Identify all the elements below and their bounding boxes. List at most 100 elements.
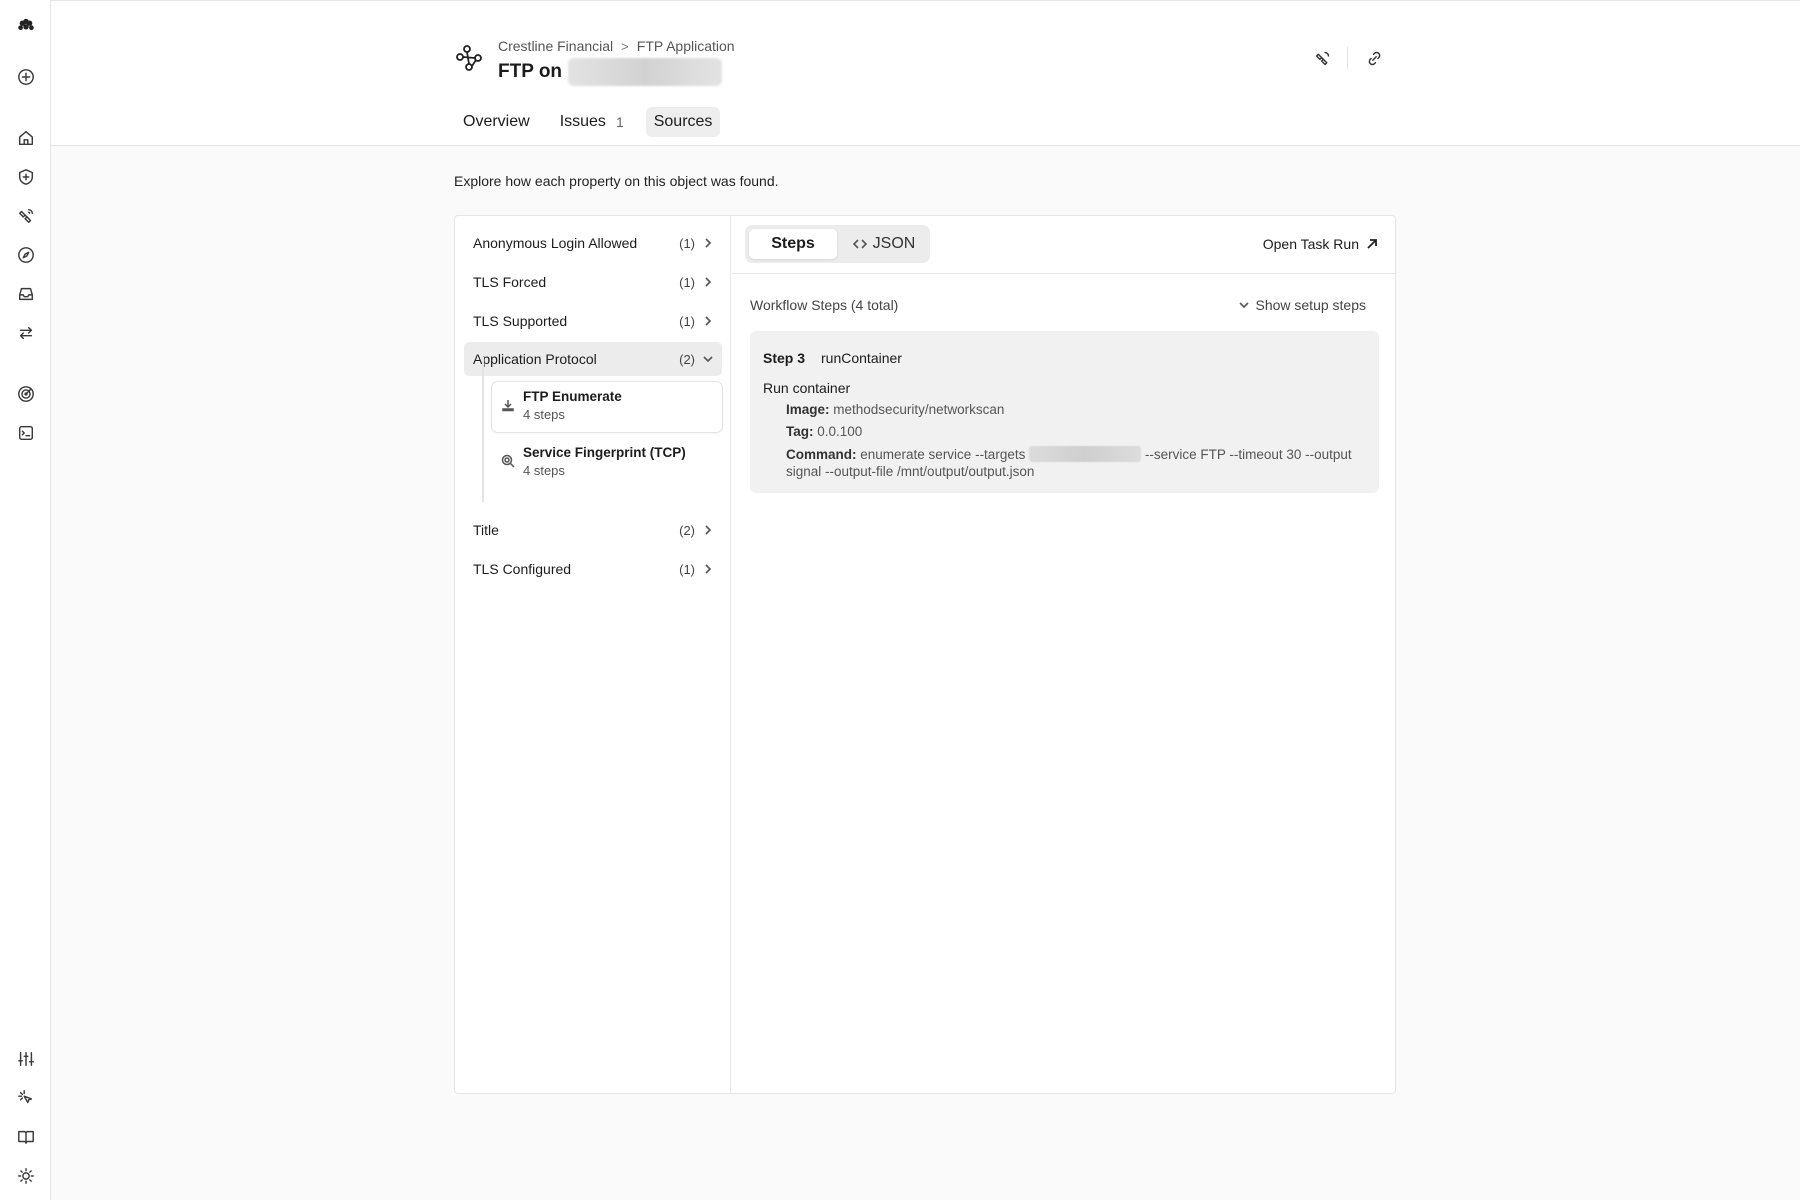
property-count: (1) [679,561,695,577]
property-count: (1) [679,274,695,290]
radar-icon[interactable] [13,381,39,407]
breadcrumb: Crestline Financial > FTP Application [498,38,735,54]
download-icon [501,398,515,412]
copy-link-button[interactable] [1361,45,1387,71]
tree-connector [482,357,484,502]
redacted-host [568,58,723,86]
sliders-icon[interactable] [13,1046,39,1072]
command-row: Command: enumerate service --targets --s… [786,446,1376,480]
property-item[interactable]: Anonymous Login Allowed (1) [464,226,722,260]
property-label: Anonymous Login Allowed [473,235,638,251]
tab-label: Sources [653,113,713,130]
issues-count: 1 [615,114,624,130]
chevron-right-icon [705,238,712,248]
source-name: FTP Enumerate [523,389,622,404]
left-rail [0,0,51,1200]
json-view-button[interactable]: JSON [841,229,927,259]
external-arrow-icon [1367,239,1377,249]
chevron-down-icon [1239,302,1250,309]
transfer-arrows-icon[interactable] [13,320,39,346]
chevron-right-icon [705,564,712,574]
steps-label: Steps [771,235,815,252]
property-item[interactable]: TLS Supported (1) [464,304,722,338]
logo-icon[interactable] [13,12,39,38]
tag-value: 0.0.100 [817,424,863,439]
application-graph-icon [454,43,484,73]
show-setup-label: Show setup steps [1255,297,1366,313]
tag-row: Tag: 0.0.100 [786,424,862,439]
header-divider [1347,47,1348,69]
property-item[interactable]: Title (2) [464,513,722,547]
tab-sources[interactable]: Sources [645,107,721,137]
property-label: TLS Supported [473,313,568,329]
link-icon [1368,51,1380,65]
property-count: (1) [679,235,695,251]
breadcrumb-org[interactable]: Crestline Financial [498,38,613,54]
tab-label: Issues [559,113,606,130]
property-label: Application Protocol [473,351,597,367]
step-name: runContainer [821,350,902,366]
image-row: Image: methodsecurity/networkscan [786,402,1004,417]
chevron-right-icon [705,316,712,326]
source-steps: 4 steps [523,407,565,422]
command-label: Command: [786,447,857,462]
inbox-icon[interactable] [13,281,39,307]
intro-text: Explore how each property on this object… [454,173,779,189]
command-pre: enumerate service --targets [860,447,1026,462]
source-item[interactable]: Service Fingerprint (TCP) 4 steps [492,438,722,488]
satellite-icon [1315,51,1329,65]
fingerprint-search-icon [501,454,515,468]
json-label: JSON [872,235,916,252]
property-label: TLS Forced [473,274,547,290]
tag-label: Tag: [786,424,814,439]
workflow-steps-title: Workflow Steps (4 total) [750,297,899,313]
source-item[interactable]: FTP Enumerate 4 steps [492,382,722,432]
property-count: (2) [679,522,695,538]
steps-view-button[interactable]: Steps [749,229,837,259]
step-header: Step 3 runContainer [763,350,902,366]
satellite-action-button[interactable] [1309,45,1335,71]
image-value: methodsecurity/networkscan [833,402,1005,417]
step-subtitle: Run container [763,380,851,396]
chevron-down-icon [703,356,713,363]
view-toggle: Steps JSON [745,225,930,263]
tab-label: Overview [463,113,530,130]
code-icon [852,239,867,249]
property-item[interactable]: TLS Forced (1) [464,265,722,299]
cursor-sparkle-icon[interactable] [13,1085,39,1111]
breadcrumb-application[interactable]: FTP Application [637,38,735,54]
shield-icon[interactable] [13,164,39,190]
open-task-run-button[interactable]: Open Task Run [1263,236,1378,252]
book-icon[interactable] [13,1124,39,1150]
tab-overview[interactable]: Overview [455,107,538,137]
page-title: FTP on [498,58,723,86]
home-icon[interactable] [13,125,39,151]
property-item[interactable]: TLS Configured (1) [464,552,722,586]
step-card: Step 3 runContainer Run container Image:… [750,331,1379,493]
compass-icon[interactable] [13,242,39,268]
property-item-expanded[interactable]: Application Protocol (2) [464,342,722,376]
add-circle-icon[interactable] [13,64,39,90]
source-name: Service Fingerprint (TCP) [523,445,686,460]
breadcrumb-separator: > [621,38,629,54]
open-task-run-label: Open Task Run [1262,236,1359,252]
sources-panel: Anonymous Login Allowed (1) TLS Forced (… [454,215,1396,1094]
chevron-right-icon [705,525,712,535]
redacted-target [1029,446,1142,462]
satellite-icon[interactable] [13,203,39,229]
page-title-text: FTP on [498,61,563,82]
show-setup-steps-toggle[interactable]: Show setup steps [1239,297,1366,313]
sun-icon[interactable] [13,1163,39,1189]
divider [732,273,1396,274]
property-list: Anonymous Login Allowed (1) TLS Forced (… [455,216,731,1093]
chevron-right-icon [705,277,712,287]
step-number: Step 3 [763,350,806,366]
property-count: (2) [679,351,695,367]
tab-issues[interactable]: Issues 1 [552,107,632,137]
property-label: TLS Configured [473,561,572,577]
source-steps: 4 steps [523,463,565,478]
property-count: (1) [679,313,695,329]
terminal-icon[interactable] [13,420,39,446]
source-detail: Steps JSON Open Task Run Workflow Steps … [732,216,1396,1093]
object-header: Crestline Financial > FTP Application FT… [51,0,1800,146]
